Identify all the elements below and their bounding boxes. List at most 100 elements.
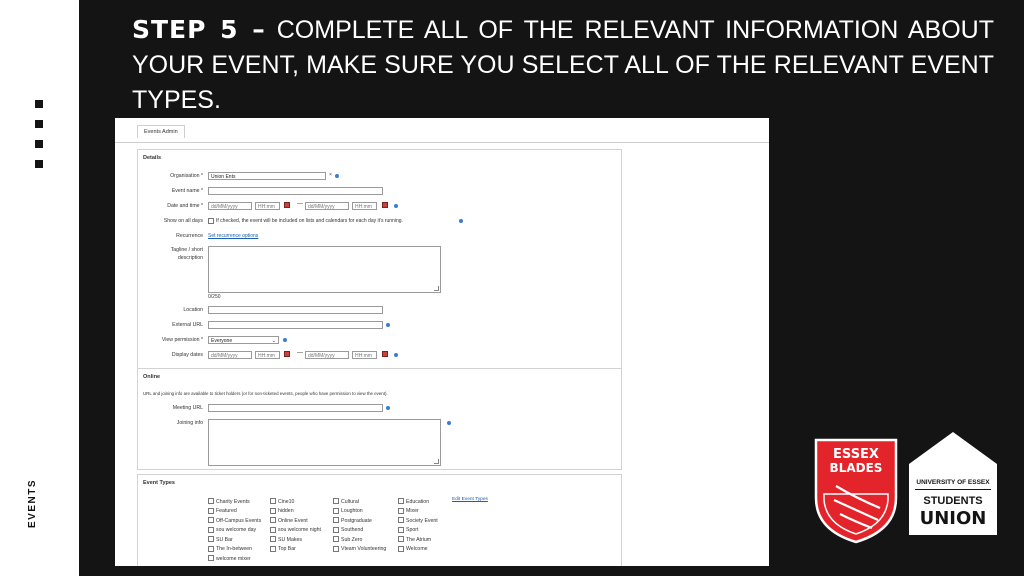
event-type-label: Education [406, 498, 430, 505]
event-type-label: welcome mixer [216, 555, 251, 562]
event-type-label: Southend [341, 527, 364, 533]
location-field[interactable] [208, 306, 383, 314]
online-title: Online [143, 374, 161, 380]
event-type-label: Sport [406, 527, 419, 533]
event-type-checkbox[interactable] [208, 507, 214, 514]
event-type-checkbox[interactable] [398, 498, 404, 504]
tagline-textarea[interactable] [208, 246, 441, 293]
event-type-label: sou welcome night [278, 527, 321, 533]
blades-text-line2: BLADES [830, 461, 883, 475]
start-date-field[interactable]: dd/MM/yyyy [208, 202, 252, 210]
chevron-down-icon: ⌄ [271, 338, 276, 344]
info-icon[interactable] [283, 338, 287, 342]
slide-heading: STEP 5 – COMPLETE ALL OF THE RELEVANT IN… [132, 12, 994, 118]
info-icon[interactable] [335, 174, 339, 178]
tab-divider [115, 142, 769, 143]
external-url-label: External URL [172, 322, 203, 328]
online-panel: Online URL and joining info are availabl… [137, 368, 622, 470]
event-type-label: Postgraduate [341, 517, 372, 524]
joining-info-label: Joining info [176, 420, 203, 426]
info-icon[interactable] [386, 323, 390, 327]
event-type-checkbox[interactable] [398, 536, 404, 542]
event-type-checkbox[interactable] [398, 517, 404, 523]
calendar-icon[interactable] [284, 202, 290, 208]
event-type-checkbox[interactable] [270, 498, 276, 504]
event-type-label: Sub Zero [341, 536, 363, 543]
meeting-url-field[interactable] [208, 404, 383, 412]
edit-event-types-link[interactable]: Edit Event Types [452, 497, 488, 502]
step-number: STEP 5 – [132, 15, 266, 44]
date-time-label: Date and time * [167, 203, 203, 209]
end-time-field[interactable]: HH:mm [352, 202, 377, 210]
event-type-checkbox[interactable] [398, 507, 404, 514]
show-all-days-checkbox[interactable] [208, 218, 214, 224]
event-type-checkbox[interactable] [270, 536, 276, 542]
show-all-days-label: Show on all days [163, 218, 203, 224]
display-start-time-field[interactable]: HH:mm [255, 351, 280, 359]
event-type-label: Vteam Volunteering [341, 546, 387, 552]
event-type-checkbox[interactable] [270, 507, 276, 514]
view-permission-value: Everyone [211, 338, 233, 344]
event-type-label: SU Makes [278, 536, 302, 543]
event-name-label: Event name * [171, 188, 203, 194]
event-type-checkbox[interactable] [208, 545, 214, 552]
event-type-checkbox[interactable] [208, 526, 214, 533]
event-type-checkbox[interactable] [333, 498, 339, 504]
bullet-square-icon [35, 160, 43, 168]
info-icon[interactable] [394, 353, 398, 357]
set-recurrence-link[interactable]: Set recurrence options [208, 233, 258, 239]
end-date-field[interactable]: dd/MM/yyyy [305, 202, 349, 210]
left-sidebar: EVENTS [0, 0, 79, 576]
tab-events-admin[interactable]: Events Admin [137, 125, 185, 138]
event-type-label: SU Bar [216, 536, 233, 543]
resize-handle-icon[interactable] [434, 459, 439, 464]
tagline-label-line2: description [177, 255, 203, 261]
event-type-checkbox[interactable] [333, 507, 339, 514]
info-icon[interactable] [394, 204, 398, 208]
organisation-field[interactable]: Union Ents [208, 172, 326, 180]
event-type-checkbox[interactable] [333, 526, 339, 533]
display-end-date-field[interactable]: dd/MM/yyyy [305, 351, 349, 359]
event-type-checkbox[interactable] [333, 536, 339, 542]
event-type-checkbox[interactable] [208, 517, 214, 523]
event-type-label: The Atrium [406, 536, 432, 543]
display-start-date-field[interactable]: dd/MM/yyyy [208, 351, 252, 359]
range-dash: — [297, 201, 303, 207]
view-permission-select[interactable]: Everyone ⌄ [208, 336, 279, 344]
event-type-checkbox[interactable] [398, 545, 404, 552]
calendar-icon[interactable] [284, 351, 290, 357]
event-type-checkbox[interactable] [208, 498, 214, 504]
event-type-checkbox[interactable] [333, 545, 339, 552]
view-permission-label: View permission * [161, 337, 203, 343]
event-type-checkbox[interactable] [398, 526, 404, 533]
online-note: URL and joining info are available to ti… [143, 391, 388, 396]
info-icon[interactable] [447, 421, 451, 425]
event-type-label: Online Event [278, 517, 308, 524]
start-time-field[interactable]: HH:mm [255, 202, 280, 210]
meeting-url-label: Meeting URL [172, 405, 203, 411]
event-type-label: The In-between [216, 546, 253, 552]
event-type-checkbox[interactable] [270, 545, 276, 552]
event-type-label: Featured [216, 508, 237, 514]
event-type-label: hidden [278, 508, 294, 514]
resize-handle-icon[interactable] [434, 286, 439, 291]
joining-info-textarea[interactable] [208, 419, 441, 466]
su-text-line2: STUDENTS [923, 495, 982, 507]
su-divider [915, 489, 991, 490]
event-type-checkbox[interactable] [270, 517, 276, 523]
info-icon[interactable] [459, 219, 463, 223]
event-type-checkbox[interactable] [208, 536, 214, 542]
details-title: Details [143, 155, 162, 161]
event-type-checkbox[interactable] [333, 517, 339, 523]
calendar-icon[interactable] [382, 351, 388, 357]
info-icon[interactable] [386, 406, 390, 410]
event-type-label: Top Bar [278, 546, 296, 552]
event-type-checkbox[interactable] [208, 555, 214, 561]
calendar-icon[interactable] [382, 202, 388, 208]
event-type-checkbox[interactable] [270, 526, 276, 533]
event-type-label: Cultural [341, 498, 359, 505]
organisation-clear-icon[interactable]: × [329, 172, 332, 178]
event-name-field[interactable] [208, 187, 383, 195]
external-url-field[interactable] [208, 321, 383, 329]
display-end-time-field[interactable]: HH:mm [352, 351, 377, 359]
